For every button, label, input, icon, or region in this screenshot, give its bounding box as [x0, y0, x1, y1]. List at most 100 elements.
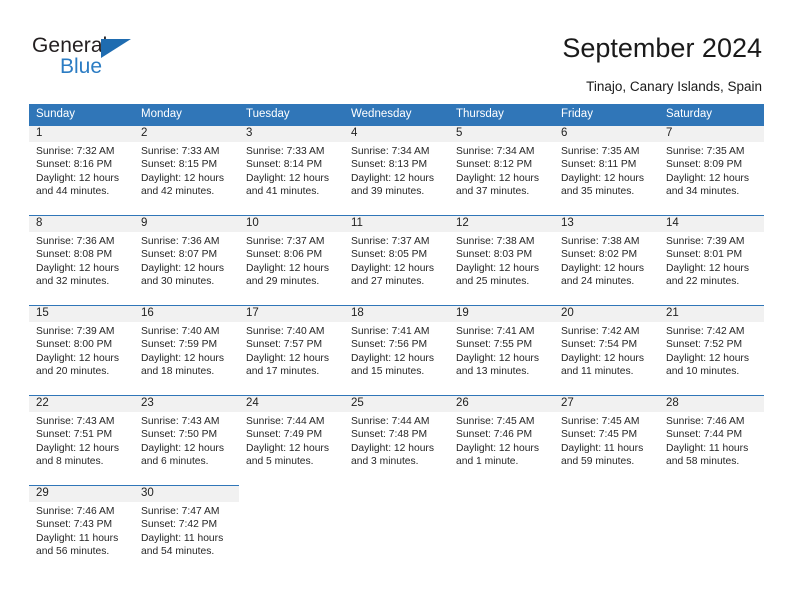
day-sunrise-text: Sunrise: 7:36 AM [141, 236, 220, 247]
page-header: General Blue September 2024 Tinajo, Cana… [0, 0, 792, 98]
day-daylight-text: and 42 minutes. [141, 186, 215, 198]
calendar-day-cell[interactable]: 10 Sunrise: 7:37 AM Sunset: 8:06 PM Dayligh… [239, 215, 344, 305]
day-details: Sunrise: 7:37 AM Sunset: 8:05 PM Daylight:… [351, 235, 443, 289]
day-sunset-text: Sunset: 7:43 PM [36, 519, 113, 531]
calendar-day-cell[interactable]: 23 Sunrise: 7:43 AM Sunset: 7:50 PM Dayligh… [134, 395, 239, 485]
day-daylight-text: and 8 minutes. [36, 456, 104, 468]
calendar-day-cell[interactable]: 17 Sunrise: 7:40 AM Sunset: 7:57 PM Dayligh… [239, 305, 344, 395]
day-details: Sunrise: 7:47 AM Sunset: 7:42 PM Daylight:… [141, 505, 233, 559]
day-daylight-text: Daylight: 12 hours [36, 262, 119, 274]
week-cells: 15 Sunrise: 7:39 AM Sunset: 8:00 PM Dayligh… [29, 305, 764, 395]
calendar-day-cell[interactable]: 16 Sunrise: 7:40 AM Sunset: 7:59 PM Dayligh… [134, 305, 239, 395]
day-sunset-text: Sunset: 7:44 PM [666, 429, 743, 441]
calendar-day-cell[interactable]: 5 Sunrise: 7:34 AM Sunset: 8:12 PM Daylight… [449, 125, 554, 215]
day-daylight-text: Daylight: 12 hours [246, 172, 329, 184]
calendar-day-cell[interactable]: 9 Sunrise: 7:36 AM Sunset: 8:07 PM Daylight… [134, 215, 239, 305]
day-sunrise-text: Sunrise: 7:38 AM [456, 236, 535, 247]
calendar-day-cell[interactable]: 7 Sunrise: 7:35 AM Sunset: 8:09 PM Daylight… [659, 125, 764, 215]
day-sunset-text: Sunset: 7:46 PM [456, 429, 533, 441]
calendar-day-cell[interactable]: 2 Sunrise: 7:33 AM Sunset: 8:15 PM Daylight… [134, 125, 239, 215]
day-daylight-text: and 39 minutes. [351, 186, 425, 198]
calendar-cell-empty [449, 485, 554, 575]
calendar-day-cell[interactable]: 1 Sunrise: 7:32 AM Sunset: 8:16 PM Daylight… [29, 125, 134, 215]
day-number: 3 [246, 127, 253, 139]
calendar-day-cell[interactable]: 25 Sunrise: 7:44 AM Sunset: 7:48 PM Dayligh… [344, 395, 449, 485]
calendar-day-cell[interactable]: 18 Sunrise: 7:41 AM Sunset: 7:56 PM Dayligh… [344, 305, 449, 395]
day-daylight-text: Daylight: 12 hours [351, 262, 434, 274]
day-details: Sunrise: 7:33 AM Sunset: 8:15 PM Daylight:… [141, 145, 233, 199]
day-number: 10 [246, 217, 259, 229]
day-sunrise-text: Sunrise: 7:34 AM [351, 146, 430, 157]
calendar-day-cell[interactable]: 19 Sunrise: 7:41 AM Sunset: 7:55 PM Dayligh… [449, 305, 554, 395]
day-daylight-text: Daylight: 11 hours [141, 532, 224, 544]
calendar-cell-empty [659, 485, 764, 575]
day-daylight-text: Daylight: 12 hours [666, 352, 749, 364]
calendar-day-cell[interactable]: 15 Sunrise: 7:39 AM Sunset: 8:00 PM Dayligh… [29, 305, 134, 395]
day-number: 14 [666, 217, 679, 229]
day-sunset-text: Sunset: 8:03 PM [456, 249, 533, 261]
day-sunset-text: Sunset: 8:13 PM [351, 159, 428, 171]
day-details: Sunrise: 7:44 AM Sunset: 7:49 PM Daylight:… [246, 415, 338, 469]
weekday-header-monday: Monday [141, 108, 182, 120]
day-daylight-text: and 30 minutes. [141, 276, 215, 288]
day-daylight-text: Daylight: 12 hours [141, 262, 224, 274]
day-daylight-text: and 41 minutes. [246, 186, 320, 198]
calendar-day-cell[interactable]: 12 Sunrise: 7:38 AM Sunset: 8:03 PM Dayligh… [449, 215, 554, 305]
calendar-day-cell[interactable]: 26 Sunrise: 7:45 AM Sunset: 7:46 PM Dayligh… [449, 395, 554, 485]
day-number: 19 [456, 307, 469, 319]
calendar-day-cell[interactable]: 4 Sunrise: 7:34 AM Sunset: 8:13 PM Daylight… [344, 125, 449, 215]
calendar-page: General Blue September 2024 Tinajo, Cana… [0, 0, 792, 612]
weekday-header-friday: Friday [561, 108, 593, 120]
day-details: Sunrise: 7:36 AM Sunset: 8:08 PM Daylight:… [36, 235, 128, 289]
day-daylight-text: and 15 minutes. [351, 366, 425, 378]
day-daylight-text: and 54 minutes. [141, 546, 215, 558]
week-cells: 1 Sunrise: 7:32 AM Sunset: 8:16 PM Daylight… [29, 125, 764, 215]
day-sunrise-text: Sunrise: 7:39 AM [36, 326, 115, 337]
day-daylight-text: Daylight: 12 hours [246, 442, 329, 454]
day-sunrise-text: Sunrise: 7:42 AM [666, 326, 745, 337]
day-sunrise-text: Sunrise: 7:45 AM [561, 416, 640, 427]
day-number: 26 [456, 397, 469, 409]
calendar-day-cell[interactable]: 3 Sunrise: 7:33 AM Sunset: 8:14 PM Daylight… [239, 125, 344, 215]
brand-logo[interactable]: General Blue [32, 34, 152, 84]
calendar-day-cell[interactable]: 27 Sunrise: 7:45 AM Sunset: 7:45 PM Dayligh… [554, 395, 659, 485]
day-number: 9 [141, 217, 148, 229]
day-sunrise-text: Sunrise: 7:46 AM [666, 416, 745, 427]
calendar-day-cell[interactable]: 29 Sunrise: 7:46 AM Sunset: 7:43 PM Dayligh… [29, 485, 134, 575]
day-daylight-text: Daylight: 12 hours [36, 172, 119, 184]
week-cells: 8 Sunrise: 7:36 AM Sunset: 8:08 PM Daylight… [29, 215, 764, 305]
day-sunrise-text: Sunrise: 7:37 AM [246, 236, 325, 247]
day-sunrise-text: Sunrise: 7:34 AM [456, 146, 535, 157]
day-sunset-text: Sunset: 7:54 PM [561, 339, 638, 351]
calendar-day-cell[interactable]: 20 Sunrise: 7:42 AM Sunset: 7:54 PM Dayligh… [554, 305, 659, 395]
calendar-day-cell[interactable]: 28 Sunrise: 7:46 AM Sunset: 7:44 PM Dayligh… [659, 395, 764, 485]
calendar-day-cell[interactable]: 24 Sunrise: 7:44 AM Sunset: 7:49 PM Dayligh… [239, 395, 344, 485]
day-daylight-text: and 18 minutes. [141, 366, 215, 378]
day-details: Sunrise: 7:44 AM Sunset: 7:48 PM Daylight:… [351, 415, 443, 469]
calendar-cell-empty [239, 485, 344, 575]
day-details: Sunrise: 7:41 AM Sunset: 7:55 PM Daylight:… [456, 325, 548, 379]
day-number: 20 [561, 307, 574, 319]
calendar-day-cell[interactable]: 6 Sunrise: 7:35 AM Sunset: 8:11 PM Daylight… [554, 125, 659, 215]
calendar-day-cell[interactable]: 14 Sunrise: 7:39 AM Sunset: 8:01 PM Dayligh… [659, 215, 764, 305]
day-daylight-text: and 22 minutes. [666, 276, 740, 288]
calendar-day-cell[interactable]: 22 Sunrise: 7:43 AM Sunset: 7:51 PM Dayligh… [29, 395, 134, 485]
calendar-day-cell[interactable]: 30 Sunrise: 7:47 AM Sunset: 7:42 PM Dayligh… [134, 485, 239, 575]
week-cells: 29 Sunrise: 7:46 AM Sunset: 7:43 PM Dayligh… [29, 485, 764, 575]
day-sunset-text: Sunset: 8:08 PM [36, 249, 113, 261]
day-daylight-text: Daylight: 11 hours [36, 532, 119, 544]
day-daylight-text: and 6 minutes. [141, 456, 209, 468]
day-sunset-text: Sunset: 7:42 PM [141, 519, 218, 531]
day-sunrise-text: Sunrise: 7:38 AM [561, 236, 640, 247]
calendar-day-cell[interactable]: 11 Sunrise: 7:37 AM Sunset: 8:05 PM Dayligh… [344, 215, 449, 305]
day-details: Sunrise: 7:35 AM Sunset: 8:11 PM Daylight:… [561, 145, 653, 199]
calendar-week-row: 1 Sunrise: 7:32 AM Sunset: 8:16 PM Daylight… [29, 125, 764, 215]
week-cells: 22 Sunrise: 7:43 AM Sunset: 7:51 PM Dayligh… [29, 395, 764, 485]
calendar-day-cell[interactable]: 13 Sunrise: 7:38 AM Sunset: 8:02 PM Dayligh… [554, 215, 659, 305]
day-number: 27 [561, 397, 574, 409]
day-number: 8 [36, 217, 43, 229]
calendar-day-cell[interactable]: 21 Sunrise: 7:42 AM Sunset: 7:52 PM Dayligh… [659, 305, 764, 395]
calendar-day-cell[interactable]: 8 Sunrise: 7:36 AM Sunset: 8:08 PM Daylight… [29, 215, 134, 305]
day-number: 16 [141, 307, 154, 319]
day-number: 6 [561, 127, 568, 139]
